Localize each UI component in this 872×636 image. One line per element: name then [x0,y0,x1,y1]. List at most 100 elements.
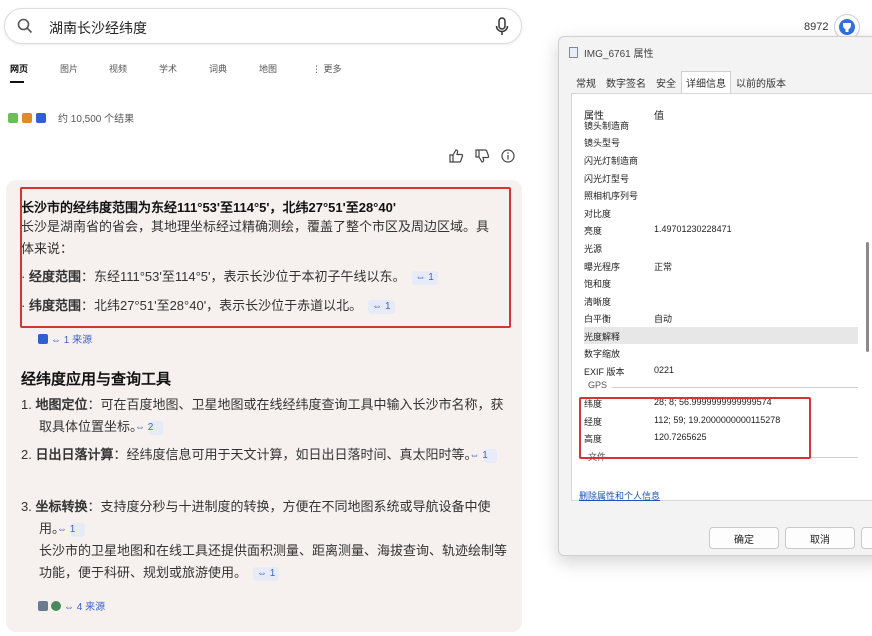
property-key: 镜头型号 [584,138,621,148]
property-row[interactable]: 闪光灯制造商 [584,151,858,168]
scrollbar[interactable] [864,102,872,472]
result-count: 约 10,500 个结果 [58,114,135,125]
item-text: ：可在百度地图、卫星地图或在线经纬度查询工具中输入长沙市名称，获取具体位置坐标。 [39,397,504,434]
item-number: 3. [21,499,32,514]
property-row[interactable]: 曝光程序 正常 [584,257,858,274]
group-divider [612,387,858,388]
dialog-tabs: 常规 数字签名 安全 详细信息 以前的版本 [571,71,791,93]
property-value: 自动 [654,314,673,324]
property-key: 光度解释 [584,332,621,342]
result-meta: 约 10,500 个结果 [8,110,134,125]
tab-videos[interactable]: 视频 [109,62,127,75]
tab-maps[interactable]: 地图 [259,62,277,75]
tab-security[interactable]: 安全 [651,71,681,93]
property-key: 饱和度 [584,279,612,289]
thumbs-down-icon[interactable] [474,148,490,164]
cancel-button[interactable]: 取消 [785,527,855,549]
doc-icon [38,600,48,611]
tab-dictionary[interactable]: 词典 [209,62,227,75]
property-key: 闪光灯型号 [584,174,630,184]
reward-points: 8972 [804,21,829,33]
trophy-icon [839,19,856,35]
item-number: 1. [21,397,32,412]
tab-web[interactable]: 网页 [10,62,28,75]
gps-highlight-box [579,397,811,459]
property-row[interactable]: 镜头制造商 [584,116,858,133]
property-key: 光源 [584,244,603,254]
source-leaf-icon [8,112,18,123]
sources-chip[interactable]: ⇔ 1 来源 [38,331,92,346]
remove-properties-link[interactable]: 删除属性和个人信息 [579,489,660,502]
microphone-icon[interactable] [495,17,509,36]
section-heading: 经纬度应用与查询工具 [21,371,172,388]
dialog-title: IMG_6761 属性 [584,49,654,60]
property-row[interactable]: 清晰度 [584,292,858,309]
dialog-title-bar: IMG_6761 属性 [569,45,653,60]
property-row[interactable]: 镜头型号 [584,133,858,150]
property-row[interactable]: 饱和度 [584,274,858,291]
sources-label: ⇔ 1 来源 [51,335,93,346]
property-key: 闪光灯制造商 [584,156,639,166]
scrollbar-thumb[interactable] [866,242,869,352]
tab-academic[interactable]: 学术 [159,62,177,75]
ok-button[interactable]: 确定 [709,527,779,549]
property-row[interactable]: 亮度 1.49701230228471 [584,221,858,238]
search-bar[interactable]: 湖南长沙经纬度 [4,8,522,44]
tab-images[interactable]: 图片 [60,62,78,75]
property-row[interactable]: 数字缩放 [584,344,858,361]
search-tabs: 网页 图片 视频 学术 词典 地图 ⋮ 更多 [10,62,520,88]
tab-general[interactable]: 常规 [571,71,601,93]
item-text: ：支持度分秒与十进制度的转换，方便在不同地图系统或导航设备中使用。 [39,499,491,536]
property-row[interactable]: 对比度 [584,204,858,221]
file-icon [569,47,578,58]
sources-chip[interactable]: ⇔ 4 来源 [38,598,105,613]
property-key: 曝光程序 [584,262,621,272]
tab-details[interactable]: 详细信息 [681,71,731,93]
citation-badge[interactable]: ⇔ 1 [253,567,280,581]
citation-badge[interactable]: ⇔ 1 [57,523,85,537]
property-value: 正常 [654,262,673,272]
source-magnifier-icon [22,112,32,123]
screen: 湖南长沙经纬度 网页 图片 视频 学术 词典 地图 ⋮ 更多 约 10,500 … [0,0,872,636]
thumbs-up-icon[interactable] [448,148,464,164]
item-number: 2. [21,447,32,462]
property-row[interactable]: 白平衡 自动 [584,309,858,326]
more-options-icon[interactable] [500,148,516,164]
item-term: 地图定位 [35,397,88,412]
property-key: EXIF 版本 [584,367,625,377]
list-item-2: 2. 日出日落计算：经纬度信息可用于天文计算，如日出日落时间、真太阳时等。⇔ 1 [21,444,511,466]
property-key: 白平衡 [584,314,612,324]
property-row[interactable]: 闪光灯型号 [584,169,858,186]
search-input[interactable]: 湖南长沙经纬度 [49,18,147,38]
property-row[interactable]: 光源 [584,239,858,256]
tab-digital-signature[interactable]: 数字签名 [601,71,651,93]
property-row[interactable]: EXIF 版本 0221 [584,362,858,379]
property-row[interactable]: 光度解释 [584,327,858,344]
apply-button[interactable] [861,527,872,549]
item-text: ：经纬度信息可用于天文计算，如日出日落时间、真太阳时等。 [113,447,478,462]
property-key: 照相机序列号 [584,191,639,201]
tab-more-label: 更多 [323,64,342,74]
property-value: 1.49701230228471 [654,224,732,234]
gps-group-label: GPS [588,380,608,390]
sources-label: ⇔ 4 来源 [64,602,106,613]
citation-badge[interactable]: ⇔ 1 [470,449,498,463]
citation-badge[interactable]: ⇔ 2 [135,421,163,435]
extra-paragraph: 长沙市的卫星地图和在线工具还提供面积测量、距离测量、海拔查询、轨迹绘制等功能，便… [39,540,509,584]
property-key: 亮度 [584,226,603,236]
paw-icon [38,333,48,344]
property-key: 对比度 [584,209,612,219]
item-term: 坐标转换 [35,499,88,514]
property-value: 0221 [654,365,675,375]
tab-more[interactable]: ⋮ 更多 [312,62,342,75]
list-item-3: 3. 坐标转换：支持度分秒与十进制度的转换，方便在不同地图系统或导航设备中使用。… [21,496,511,540]
highlight-box [20,187,511,328]
property-key: 镜头制造商 [584,121,630,131]
property-row[interactable]: 照相机序列号 [584,186,858,203]
list-item-1: 1. 地图定位：可在百度地图、卫星地图或在线经纬度查询工具中输入长沙市名称，获取… [21,394,511,438]
tab-previous-versions[interactable]: 以前的版本 [731,71,791,93]
active-tab-indicator [10,81,24,83]
property-key: 数字缩放 [584,349,621,359]
more-dots-icon: ⋮ [312,64,324,74]
property-key: 清晰度 [584,297,612,307]
